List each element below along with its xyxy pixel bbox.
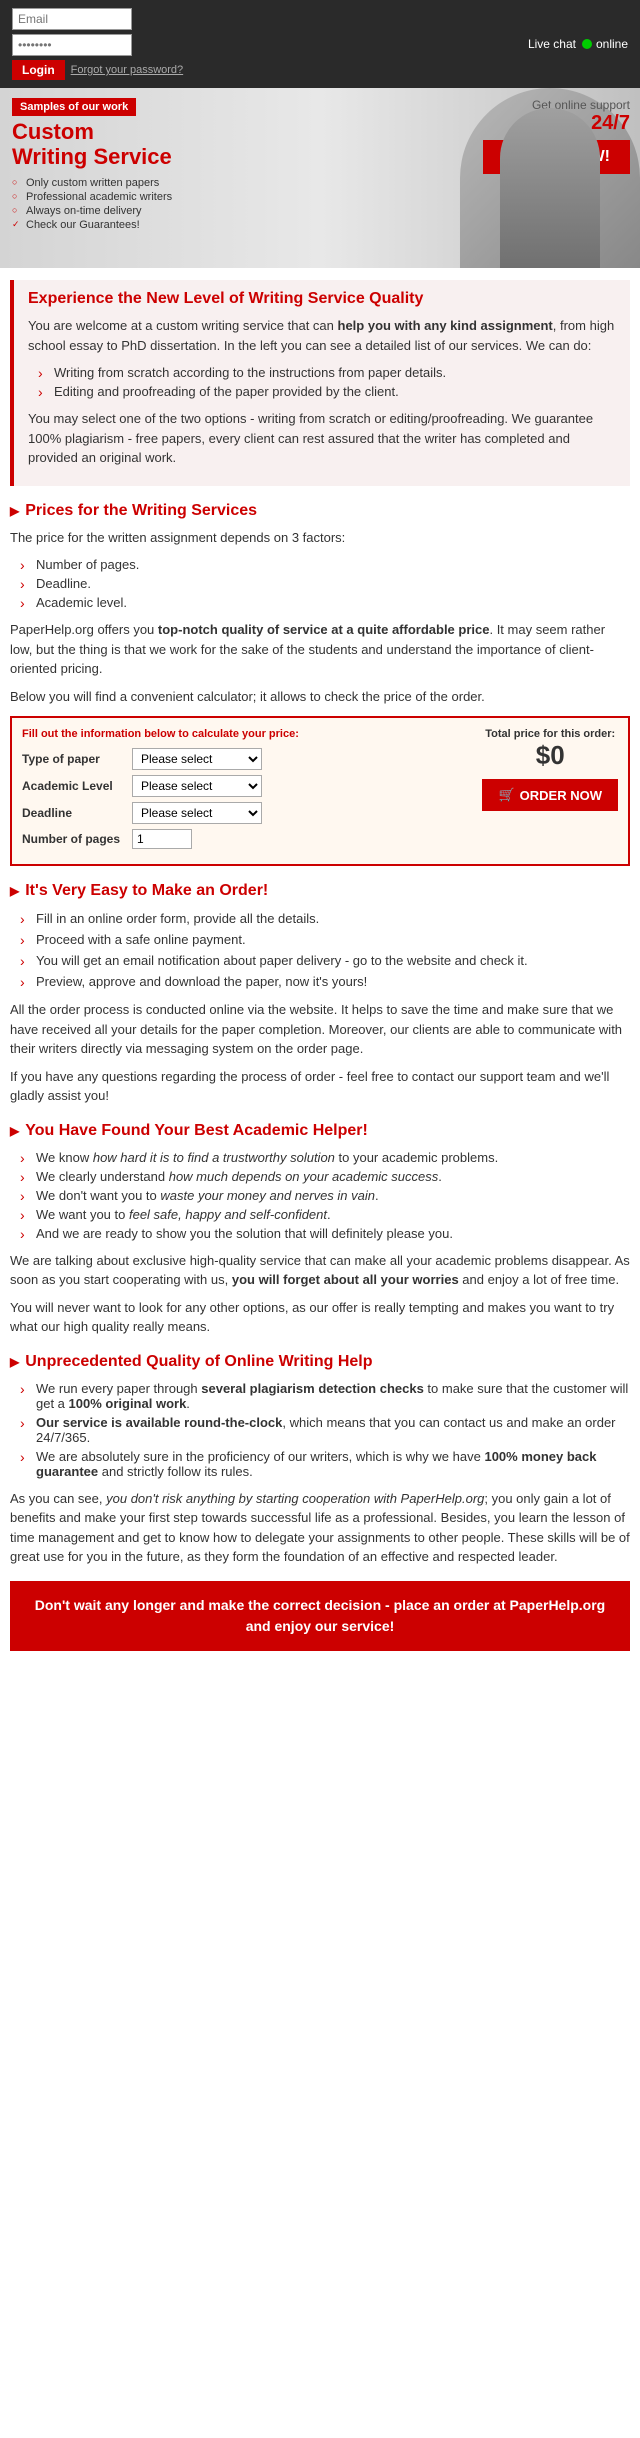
- calc-order-label: ORDER NOW: [520, 788, 602, 803]
- experience-para2: You may select one of the two options - …: [28, 409, 616, 468]
- password-input[interactable]: [12, 34, 132, 56]
- calculator-order-button[interactable]: 🛒 ORDER NOW: [482, 779, 618, 811]
- step-3: You will get an email notification about…: [20, 950, 630, 971]
- banner-feature-4: Check our Guarantees!: [12, 218, 172, 232]
- prices-factors-list: Number of pages. Deadline. Academic leve…: [20, 555, 630, 612]
- factor-pages: Number of pages.: [20, 555, 630, 574]
- academic-level-row: Academic Level Please select: [22, 775, 472, 797]
- pages-label: Number of pages: [22, 832, 132, 846]
- easy-order-para2: If you have any questions regarding the …: [10, 1067, 630, 1106]
- helper-item-5: And we are ready to show you the solutio…: [20, 1224, 630, 1243]
- experience-section: Experience the New Level of Writing Serv…: [10, 280, 630, 486]
- forgot-password-link[interactable]: Forgot your password?: [71, 64, 184, 76]
- cart-icon: 🛒: [498, 787, 514, 803]
- unprecedented-list: We run every paper through several plagi…: [20, 1379, 630, 1481]
- unprecedented-para1: As you can see, you don't risk anything …: [10, 1489, 630, 1567]
- pages-input[interactable]: [132, 829, 192, 849]
- unprecedented-item-3: We are absolutely sure in the proficienc…: [20, 1447, 630, 1481]
- banner-feature-3: Always on-time delivery: [12, 204, 172, 218]
- helper-item-2: We clearly understand how much depends o…: [20, 1167, 630, 1186]
- deadline-label: Deadline: [22, 806, 132, 820]
- samples-tag: Samples of our work: [12, 98, 136, 116]
- factor-academic: Academic level.: [20, 593, 630, 612]
- prices-para1: PaperHelp.org offers you top-notch quali…: [10, 620, 630, 679]
- deadline-row: Deadline Please select: [22, 802, 472, 824]
- academic-label: Academic Level: [22, 779, 132, 793]
- best-helper-heading: You Have Found Your Best Academic Helper…: [10, 1122, 630, 1140]
- experience-item-2: Editing and proofreading of the paper pr…: [38, 382, 616, 401]
- calculator-form: Fill out the information below to calcul…: [22, 728, 472, 854]
- banner-features-list: Only custom written papers Professional …: [12, 176, 172, 232]
- experience-list: Writing from scratch according to the in…: [38, 363, 616, 401]
- live-chat-area: Live chat online: [528, 37, 628, 51]
- type-label: Type of paper: [22, 752, 132, 766]
- helper-item-3: We don't want you to waste your money an…: [20, 1186, 630, 1205]
- deadline-select[interactable]: Please select: [132, 802, 262, 824]
- factor-deadline: Deadline.: [20, 574, 630, 593]
- unprecedented-item-1: We run every paper through several plagi…: [20, 1379, 630, 1413]
- best-helper-list: We know how hard it is to find a trustwo…: [20, 1148, 630, 1243]
- step-4: Preview, approve and download the paper,…: [20, 971, 630, 992]
- prices-para2: Below you will find a convenient calcula…: [10, 687, 630, 707]
- experience-item-1: Writing from scratch according to the in…: [38, 363, 616, 382]
- total-price: $0: [482, 740, 618, 771]
- online-indicator: [582, 39, 592, 49]
- helper-item-1: We know how hard it is to find a trustwo…: [20, 1148, 630, 1167]
- type-of-paper-select[interactable]: Please select: [132, 748, 262, 770]
- main-content: Experience the New Level of Writing Serv…: [0, 268, 640, 1663]
- helper-item-4: We want you to feel safe, happy and self…: [20, 1205, 630, 1224]
- pages-row: Number of pages: [22, 829, 472, 849]
- easy-order-heading: It's Very Easy to Make an Order!: [10, 882, 630, 900]
- banner-feature-2: Professional academic writers: [12, 190, 172, 204]
- price-calculator: Fill out the information below to calcul…: [10, 716, 630, 866]
- banner-title-line2: Writing Service: [12, 144, 172, 170]
- banner-title-line1: Custom: [12, 120, 172, 144]
- type-of-paper-row: Type of paper Please select: [22, 748, 472, 770]
- person-body: [500, 108, 600, 268]
- banner-content: Samples of our work Custom Writing Servi…: [0, 88, 184, 242]
- banner: Samples of our work Custom Writing Servi…: [0, 88, 640, 268]
- experience-title: Experience the New Level of Writing Serv…: [28, 290, 616, 308]
- online-status: online: [596, 37, 628, 51]
- step-1: Fill in an online order form, provide al…: [20, 908, 630, 929]
- order-steps-list: Fill in an online order form, provide al…: [20, 908, 630, 992]
- email-input[interactable]: [12, 8, 132, 30]
- unprecedented-heading: Unprecedented Quality of Online Writing …: [10, 1353, 630, 1371]
- experience-para1: You are welcome at a custom writing serv…: [28, 316, 616, 355]
- easy-order-para1: All the order process is conducted onlin…: [10, 1000, 630, 1059]
- header: Login Forgot your password? Live chat on…: [0, 0, 640, 88]
- unprecedented-item-2: Our service is available round-the-clock…: [20, 1413, 630, 1447]
- support-247: 24/7: [591, 112, 630, 134]
- header-login-area: Login Forgot your password?: [12, 8, 183, 80]
- total-label: Total price for this order:: [482, 728, 618, 740]
- cta-text: Don't wait any longer and make the corre…: [35, 1597, 605, 1634]
- academic-level-select[interactable]: Please select: [132, 775, 262, 797]
- calculator-total: Total price for this order: $0 🛒 ORDER N…: [482, 728, 618, 854]
- login-button[interactable]: Login: [12, 60, 65, 80]
- prices-intro: The price for the written assignment dep…: [10, 528, 630, 548]
- calculator-title: Fill out the information below to calcul…: [22, 728, 472, 740]
- cta-bottom: Don't wait any longer and make the corre…: [10, 1581, 630, 1651]
- helper-para1: We are talking about exclusive high-qual…: [10, 1251, 630, 1290]
- helper-para2: You will never want to look for any othe…: [10, 1298, 630, 1337]
- step-2: Proceed with a safe online payment.: [20, 929, 630, 950]
- live-chat-label: Live chat: [528, 37, 576, 51]
- prices-heading: Prices for the Writing Services: [10, 502, 630, 520]
- banner-feature-1: Only custom written papers: [12, 176, 172, 190]
